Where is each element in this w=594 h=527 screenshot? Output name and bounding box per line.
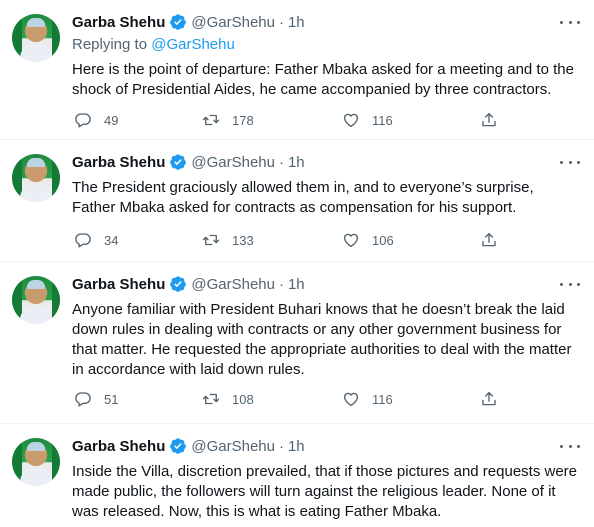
separator: · [278, 13, 284, 31]
avatar[interactable] [12, 154, 60, 202]
replying-label: Replying to [72, 36, 148, 53]
author-name[interactable]: Garba Shehu [72, 14, 165, 31]
reply-button[interactable]: 51 [74, 389, 118, 409]
tweet-actions: 34 133 106 [72, 230, 502, 250]
like-icon [343, 113, 359, 128]
like-icon [343, 233, 359, 248]
author-handle[interactable]: @GarShehu [191, 154, 275, 171]
tweet-header: Garba Shehu @GarShehu · 1h [72, 152, 305, 172]
tweet-text: Anyone familiar with President Buhari kn… [72, 301, 572, 378]
more-icon[interactable] [560, 437, 580, 455]
tweet-actions: 49 178 116 [72, 110, 502, 130]
author-handle[interactable]: @GarShehu [191, 438, 275, 455]
reply-icon [75, 233, 91, 248]
reply-button[interactable]: 34 [74, 230, 118, 250]
separator: · [278, 153, 284, 171]
verified-badge-icon [170, 14, 187, 30]
more-icon[interactable] [560, 275, 580, 293]
retweet-icon [202, 234, 220, 246]
reply-icon [75, 392, 91, 407]
author-handle[interactable]: @GarShehu [191, 14, 275, 31]
tweet-actions: 51 108 116 [72, 389, 502, 409]
separator: · [278, 437, 284, 455]
tweet-text: Inside the Villa, discretion prevailed, … [72, 463, 578, 520]
share-button[interactable] [480, 110, 498, 130]
mention-link[interactable]: @GarShehu [151, 36, 235, 53]
retweet-button[interactable]: 133 [202, 230, 254, 250]
verified-badge-icon [170, 276, 187, 292]
tweet[interactable]: Garba Shehu @GarShehu · 1h Replying to @… [0, 0, 594, 140]
replying-to: Replying to @GarShehu [72, 36, 235, 53]
tweet-text: Here is the point of departure: Father M… [72, 61, 574, 98]
tweet-header: Garba Shehu @GarShehu · 1h [72, 12, 305, 32]
avatar[interactable] [12, 276, 60, 324]
avatar[interactable] [12, 14, 60, 62]
author-name[interactable]: Garba Shehu [72, 276, 165, 293]
retweet-icon [202, 393, 220, 405]
verified-badge-icon [170, 154, 187, 170]
tweet[interactable]: Garba Shehu @GarShehu · 1h The President… [0, 140, 594, 262]
timestamp[interactable]: 1h [288, 276, 305, 293]
tweet-header: Garba Shehu @GarShehu · 1h [72, 436, 305, 456]
retweet-button[interactable]: 178 [202, 110, 254, 130]
reply-count: 49 [104, 112, 119, 128]
share-icon [482, 391, 496, 406]
share-icon [482, 112, 496, 127]
retweet-icon [202, 114, 220, 126]
author-handle[interactable]: @GarShehu [191, 276, 275, 293]
reply-icon [75, 113, 91, 128]
share-button[interactable] [480, 230, 498, 250]
reply-count: 51 [104, 391, 119, 407]
author-name[interactable]: Garba Shehu [72, 438, 165, 455]
avatar[interactable] [12, 438, 60, 486]
tweet-thread: Garba Shehu @GarShehu · 1h Replying to @… [0, 0, 594, 527]
retweet-count: 133 [232, 232, 254, 248]
timestamp[interactable]: 1h [288, 154, 305, 171]
tweet-header: Garba Shehu @GarShehu · 1h [72, 274, 305, 294]
tweet-text: The President graciously allowed them in… [72, 179, 534, 216]
like-button[interactable]: 116 [342, 110, 393, 130]
author-name[interactable]: Garba Shehu [72, 154, 165, 171]
more-icon[interactable] [560, 13, 580, 31]
tweet[interactable]: Garba Shehu @GarShehu · 1h Anyone famili… [0, 262, 594, 424]
like-button[interactable]: 106 [342, 230, 394, 250]
like-icon [343, 392, 359, 407]
reply-button[interactable]: 49 [74, 110, 118, 130]
like-button[interactable]: 116 [342, 389, 393, 409]
tweet[interactable]: Garba Shehu @GarShehu · 1h Inside the Vi… [0, 424, 594, 527]
like-count: 116 [372, 112, 393, 128]
reply-count: 34 [104, 232, 119, 248]
timestamp[interactable]: 1h [288, 438, 305, 455]
like-count: 106 [372, 232, 394, 248]
retweet-button[interactable]: 108 [202, 389, 254, 409]
share-button[interactable] [480, 389, 498, 409]
like-count: 116 [372, 391, 393, 407]
timestamp[interactable]: 1h [288, 14, 305, 31]
verified-badge-icon [170, 438, 187, 454]
retweet-count: 178 [232, 112, 254, 128]
share-icon [482, 232, 496, 247]
separator: · [278, 275, 284, 293]
more-icon[interactable] [560, 153, 580, 171]
retweet-count: 108 [232, 391, 254, 407]
